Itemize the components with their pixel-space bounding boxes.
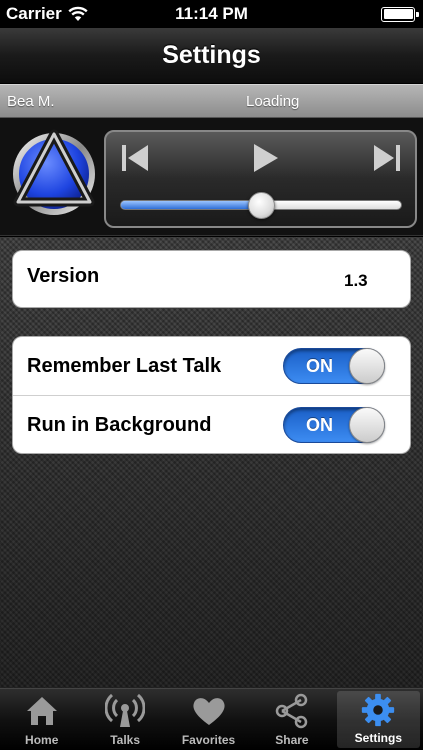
play-icon[interactable] bbox=[246, 142, 282, 174]
status-bar: Carrier 11:14 PM bbox=[0, 0, 423, 28]
now-playing-bar: Bea M. Loading bbox=[0, 84, 423, 118]
settings-content: Version 1.3 Remember Last Talk ON Run in… bbox=[0, 237, 423, 688]
player-panel bbox=[0, 118, 423, 236]
tab-label: Favorites bbox=[181, 733, 236, 747]
version-value: 1.3 bbox=[344, 271, 368, 290]
tab-bar: Home Talks Favorites Share Settings bbox=[0, 688, 423, 750]
progress-slider-fill bbox=[121, 201, 261, 209]
switch-knob bbox=[349, 407, 385, 443]
speaker-name: Bea M. bbox=[7, 92, 55, 110]
previous-icon[interactable] bbox=[118, 142, 154, 174]
run-in-background-row: Run in Background ON bbox=[13, 395, 410, 453]
toggles-group: Remember Last Talk ON Run in Background … bbox=[12, 336, 411, 454]
next-icon[interactable] bbox=[368, 142, 404, 174]
switch-on-text: ON bbox=[306, 415, 333, 435]
run-in-background-label: Run in Background bbox=[27, 413, 212, 436]
tab-label: Settings bbox=[354, 731, 402, 745]
carrier-label: Carrier bbox=[6, 4, 62, 23]
tab-label: Talks bbox=[110, 733, 140, 747]
tab-share[interactable]: Share bbox=[250, 689, 333, 750]
player-controls bbox=[104, 130, 417, 228]
remember-last-talk-switch[interactable]: ON bbox=[283, 348, 385, 384]
tab-settings[interactable]: Settings bbox=[336, 691, 421, 748]
battery-icon bbox=[381, 6, 419, 22]
share-icon bbox=[275, 693, 308, 729]
version-group: Version 1.3 bbox=[12, 250, 411, 308]
gear-icon bbox=[362, 693, 395, 727]
broadcast-icon bbox=[105, 693, 146, 727]
version-row: Version 1.3 bbox=[13, 251, 410, 307]
tab-favorites[interactable]: Favorites bbox=[167, 689, 250, 750]
tab-talks[interactable]: Talks bbox=[83, 689, 166, 750]
switch-on-text: ON bbox=[306, 356, 333, 376]
progress-slider-knob[interactable] bbox=[248, 192, 275, 219]
status-bar-left: Carrier bbox=[6, 4, 88, 24]
tab-label: Share bbox=[275, 733, 309, 747]
nav-bar: Settings bbox=[0, 28, 423, 84]
remember-last-talk-label: Remember Last Talk bbox=[27, 354, 222, 377]
aa-triangle-logo-icon bbox=[13, 129, 95, 215]
house-icon bbox=[26, 697, 57, 725]
tab-home[interactable]: Home bbox=[0, 689, 83, 750]
tab-label: Home bbox=[25, 733, 59, 747]
page-title: Settings bbox=[162, 41, 261, 69]
wifi-icon bbox=[68, 6, 88, 21]
heart-icon bbox=[192, 698, 225, 725]
version-label: Version bbox=[27, 265, 100, 287]
run-in-background-switch[interactable]: ON bbox=[283, 407, 385, 443]
progress-slider[interactable] bbox=[120, 192, 402, 219]
loading-status: Loading bbox=[246, 92, 300, 110]
switch-knob bbox=[349, 348, 385, 384]
remember-last-talk-row: Remember Last Talk ON bbox=[13, 337, 410, 395]
